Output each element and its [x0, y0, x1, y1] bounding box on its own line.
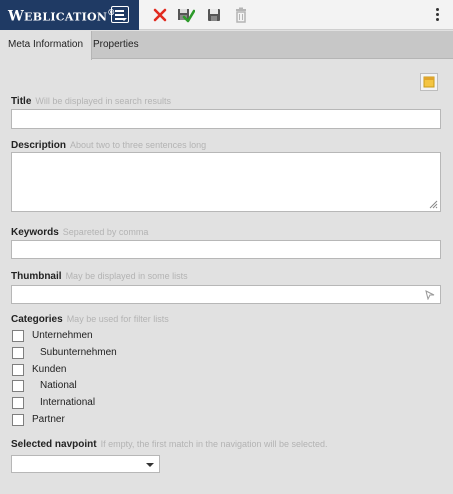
category-checkbox[interactable]	[12, 364, 24, 376]
cursor-picker-icon[interactable]	[425, 290, 435, 300]
category-item[interactable]: Partner	[12, 414, 132, 428]
keywords-input[interactable]	[11, 240, 441, 259]
list-menu-icon[interactable]	[111, 6, 129, 23]
save-icon[interactable]	[205, 6, 223, 24]
navpoint-select[interactable]	[11, 455, 160, 473]
tab-bar: Meta Information Properties	[0, 31, 453, 60]
description-hint: About two to three sentences long	[70, 140, 207, 150]
thumbnail-hint: May be displayed in some lists	[65, 271, 188, 281]
metadata-panel-button[interactable]	[420, 73, 438, 91]
title-hint: Will be displayed in search results	[35, 96, 171, 106]
category-item[interactable]: International	[12, 397, 132, 411]
close-icon[interactable]	[151, 6, 169, 24]
category-checkbox[interactable]	[12, 380, 24, 392]
title-input[interactable]	[11, 109, 441, 129]
panel-icon	[423, 76, 435, 88]
category-checkbox[interactable]	[12, 347, 24, 359]
category-checkbox[interactable]	[12, 330, 24, 342]
app-logo: WEBLICATION®	[8, 7, 116, 25]
more-vertical-icon[interactable]	[436, 8, 440, 22]
category-item[interactable]: Subunternehmen	[12, 347, 132, 361]
categories-label: Categories May be used for filter lists	[11, 314, 169, 325]
category-checkbox[interactable]	[12, 414, 24, 426]
resize-grip-icon[interactable]	[428, 199, 438, 209]
app-brand: WEBLICATION®	[0, 0, 139, 30]
description-textarea[interactable]	[11, 152, 441, 212]
keywords-hint: Separeted by comma	[62, 227, 149, 237]
navpoint-label: Selected navpoint If empty, the first mat…	[11, 439, 328, 450]
delete-icon[interactable]	[232, 6, 250, 24]
title-label: Title Will be displayed in search results	[11, 96, 171, 107]
categories-hint: May be used for filter lists	[66, 314, 169, 324]
category-checkbox[interactable]	[12, 397, 24, 409]
navpoint-hint: If empty, the first match in the navigat…	[100, 439, 328, 449]
description-label: Description About two to three sentences …	[11, 140, 207, 151]
thumbnail-label: Thumbnail May be displayed in some lists	[11, 271, 188, 282]
tab-properties[interactable]: Properties	[85, 31, 147, 59]
category-item[interactable]: Kunden	[12, 364, 132, 378]
chevron-down-icon	[146, 463, 154, 467]
tab-meta-information[interactable]: Meta Information	[0, 31, 93, 60]
category-item[interactable]: National	[12, 380, 132, 394]
save-publish-icon[interactable]	[177, 6, 195, 24]
keywords-label: Keywords Separeted by comma	[11, 227, 149, 238]
thumbnail-input[interactable]	[11, 285, 441, 304]
category-item[interactable]: Unternehmen	[12, 330, 132, 344]
top-toolbar: WEBLICATION®	[0, 0, 453, 30]
